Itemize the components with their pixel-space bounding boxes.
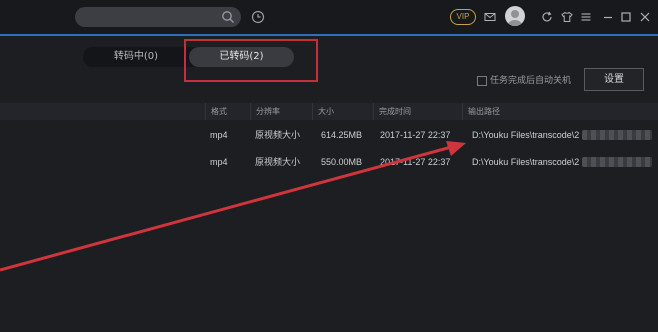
annotation-arrow xyxy=(0,141,466,272)
